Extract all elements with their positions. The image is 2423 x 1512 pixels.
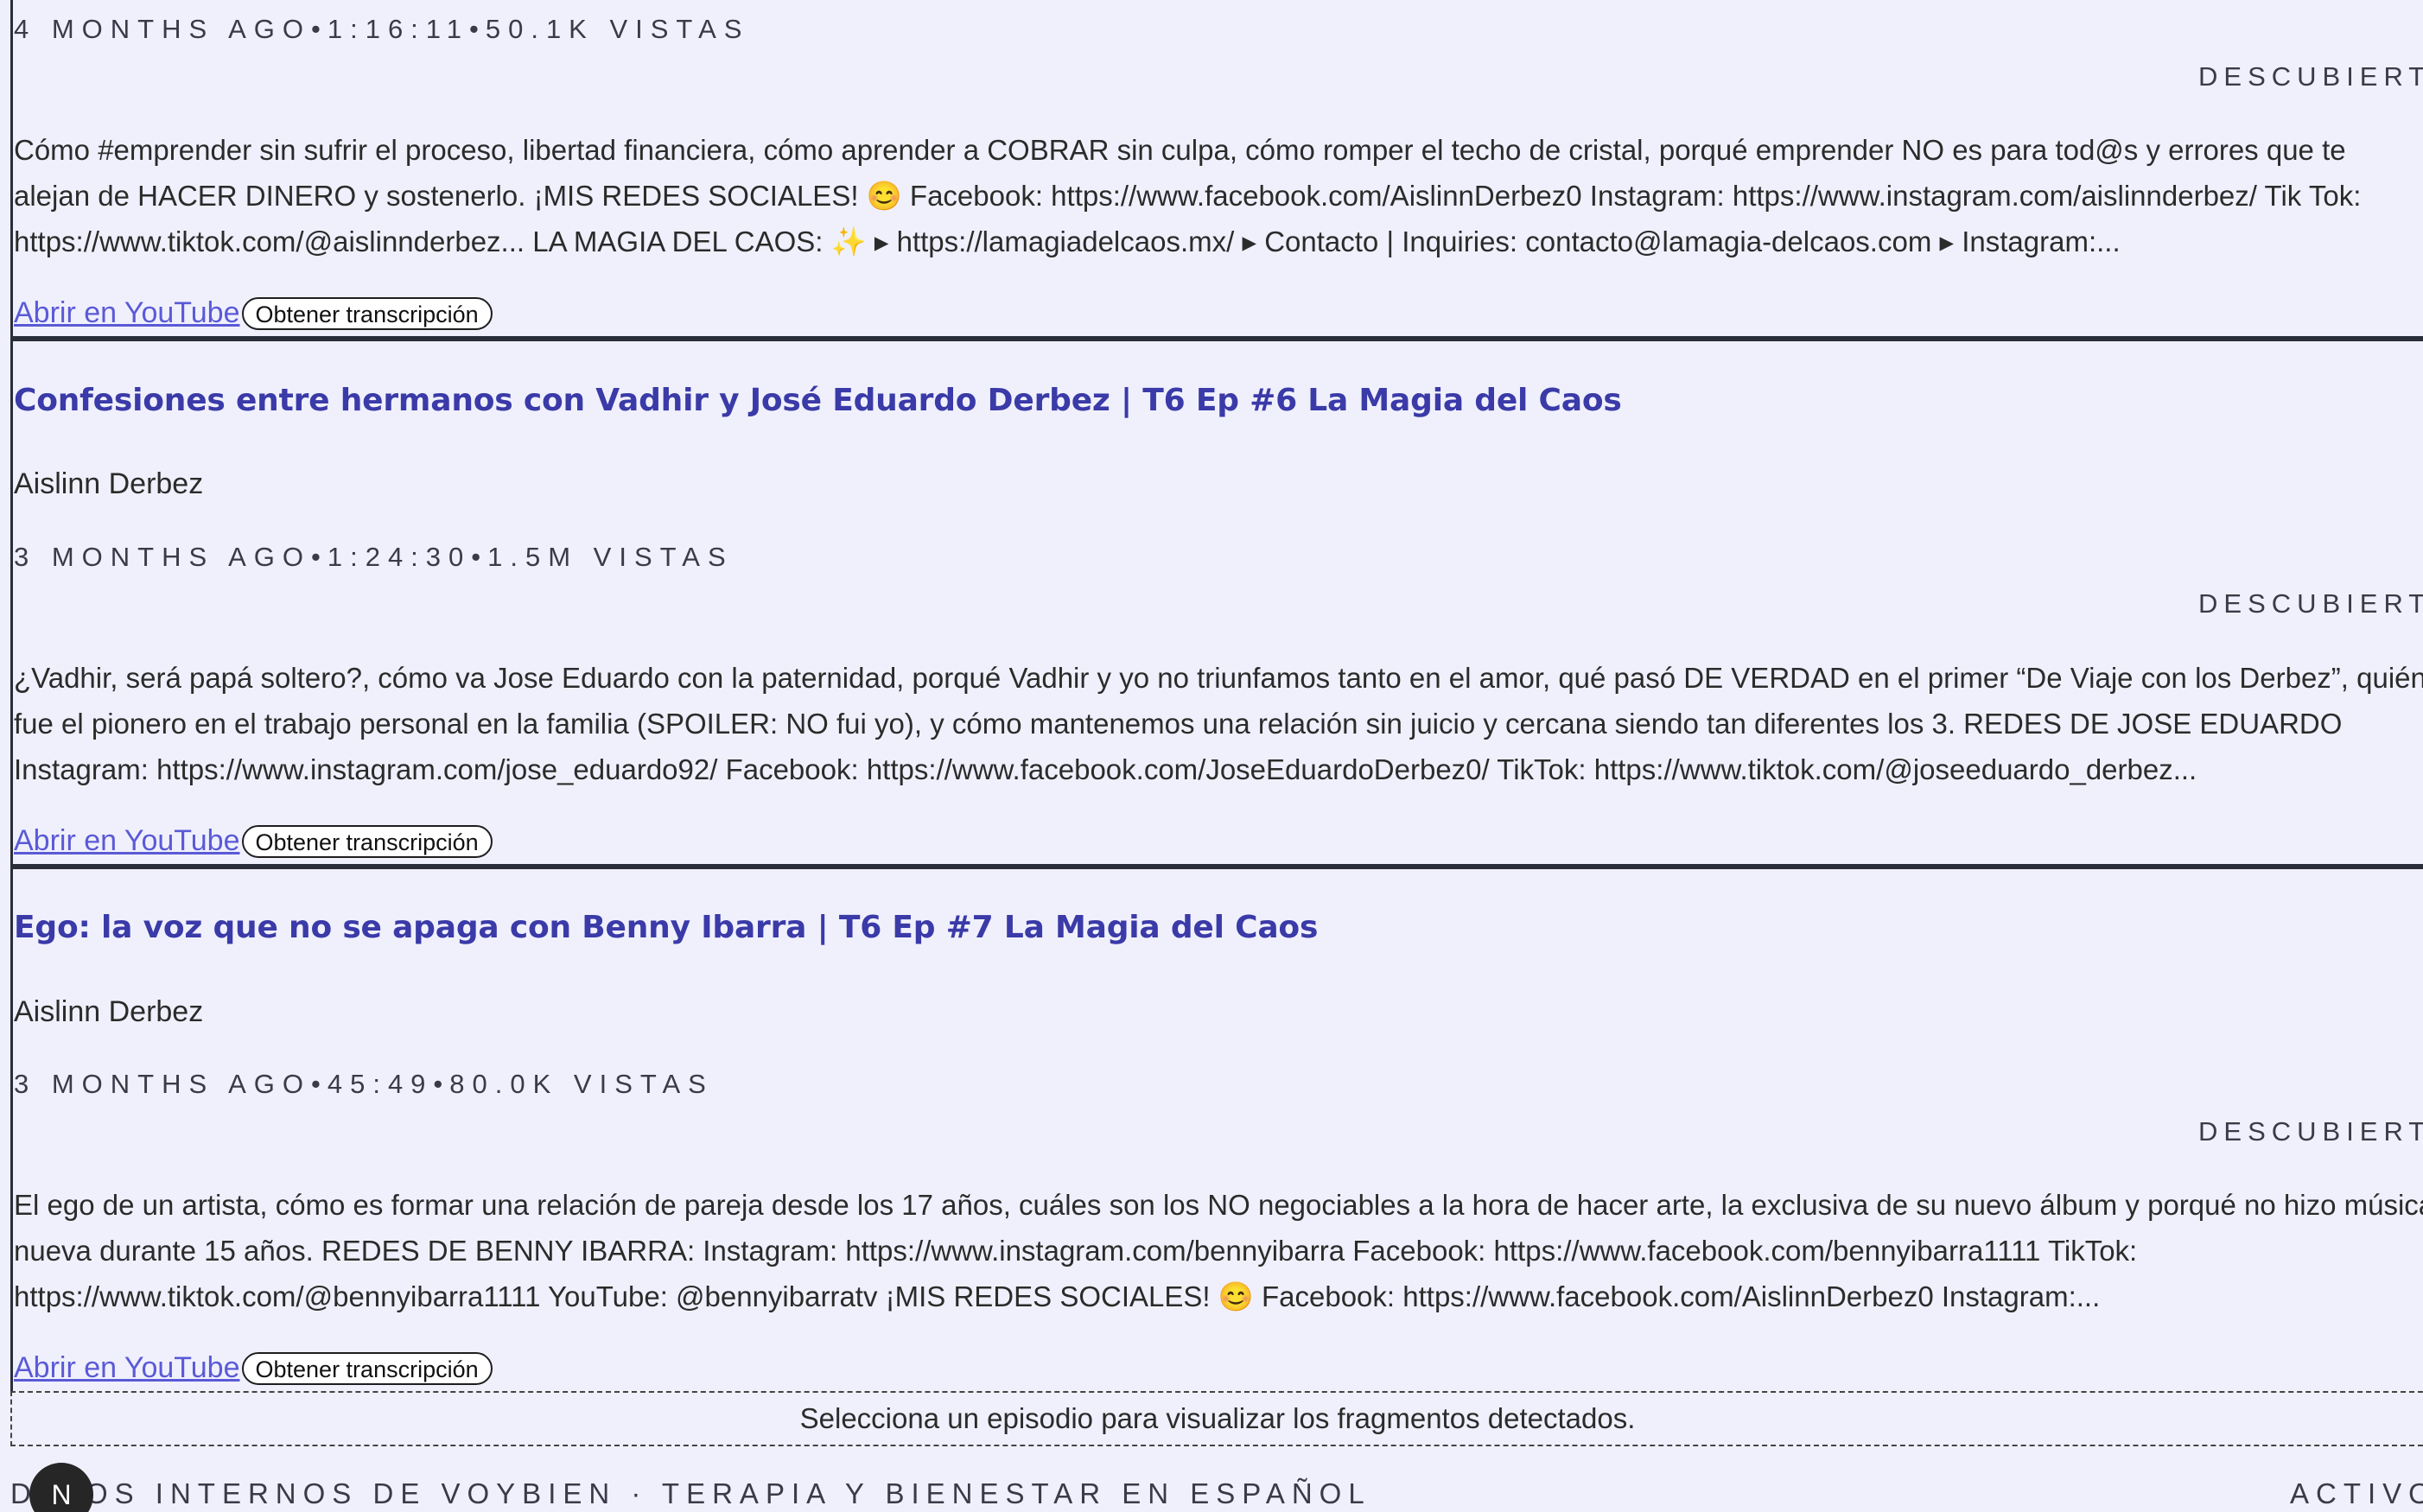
get-transcript-button[interactable]: Obtener transcripción bbox=[241, 824, 493, 858]
description-line: fue el pionero en el trabajo personal en… bbox=[14, 708, 2343, 740]
separator-dot: • bbox=[468, 14, 479, 44]
description-line: ¿Vadhir, será papá soltero?, cómo va Jos… bbox=[14, 662, 2423, 694]
episode-description: Cómo #emprender sin sufrir el proceso, l… bbox=[14, 127, 2423, 264]
separator-dot: • bbox=[310, 1069, 321, 1099]
separator-dot: • bbox=[433, 1069, 443, 1099]
separator-dot: • bbox=[471, 542, 481, 572]
description-line: https://www.tiktok.com/@aislinnderbez...… bbox=[14, 226, 2121, 257]
episode-meta: 4 MONTHS AGO• 1:16:11• 50.1K VISTAS bbox=[14, 14, 749, 45]
episode-age: 3 MONTHS AGO bbox=[14, 542, 311, 572]
episode-status: DESCUBIERTO bbox=[2198, 1116, 2423, 1147]
episode-description: El ego de un artista, cómo es formar una… bbox=[14, 1182, 2423, 1319]
episode-divider bbox=[10, 864, 2423, 869]
episode-duration: 1:16:11 bbox=[327, 14, 469, 44]
episode-views: 80.0K VISTAS bbox=[449, 1069, 714, 1099]
footer-status: ACTIVO bbox=[2290, 1477, 2423, 1509]
get-transcript-button[interactable]: Obtener transcripción bbox=[241, 296, 493, 330]
episode-divider bbox=[10, 336, 2423, 341]
episode-status: DESCUBIERTO bbox=[2198, 588, 2423, 619]
episode-age: 4 MONTHS AGO bbox=[14, 14, 311, 44]
episode-duration: 45:49 bbox=[327, 1069, 434, 1099]
episode-views: 50.1K VISTAS bbox=[485, 14, 750, 44]
fragments-placeholder: Selecciona un episodio para visualizar l… bbox=[799, 1402, 1636, 1434]
episode-title[interactable]: Ego: la voz que no se apaga con Benny Ib… bbox=[14, 910, 1318, 945]
episode-actions: Abrir en YouTube Obtener transcripción bbox=[14, 824, 493, 858]
episode-channel: Aislinn Derbez bbox=[14, 467, 204, 500]
episode-title[interactable]: Confesiones entre hermanos con Vadhir y … bbox=[14, 383, 1622, 418]
episode-actions: Abrir en YouTube Obtener transcripción bbox=[14, 296, 493, 330]
separator-dot: • bbox=[310, 14, 321, 44]
episode-status: DESCUBIERTO bbox=[2198, 61, 2423, 92]
description-line: alejan de HACER DINERO y sostenerlo. ¡MI… bbox=[14, 180, 2362, 212]
episode-age: 3 MONTHS AGO bbox=[14, 1069, 311, 1099]
episode-meta: 3 MONTHS AGO• 45:49• 80.0K VISTAS bbox=[14, 1069, 714, 1100]
open-youtube-link[interactable]: Abrir en YouTube bbox=[14, 1351, 240, 1385]
fragments-panel: Selecciona un episodio para visualizar l… bbox=[10, 1391, 2423, 1446]
separator-dot: • bbox=[310, 542, 321, 572]
get-transcript-button[interactable]: Obtener transcripción bbox=[241, 1351, 493, 1385]
avatar[interactable]: N bbox=[29, 1463, 93, 1512]
episode-description: ¿Vadhir, será papá soltero?, cómo va Jos… bbox=[14, 655, 2423, 792]
open-youtube-link[interactable]: Abrir en YouTube bbox=[14, 824, 240, 858]
description-line: Cómo #emprender sin sufrir el proceso, l… bbox=[14, 134, 2346, 166]
description-line: Instagram: https://www.instagram.com/jos… bbox=[14, 753, 2197, 785]
description-line: https://www.tiktok.com/@bennyibarra1111 … bbox=[14, 1280, 2101, 1312]
footer-label: DATOS INTERNOS DE VOYBIEN · TERAPIA Y BI… bbox=[10, 1477, 1371, 1509]
episode-meta: 3 MONTHS AGO• 1:24:30• 1.5M VISTAS bbox=[14, 542, 734, 573]
episode-actions: Abrir en YouTube Obtener transcripción bbox=[14, 1351, 493, 1385]
left-border bbox=[10, 0, 13, 1393]
open-youtube-link[interactable]: Abrir en YouTube bbox=[14, 296, 240, 330]
episode-channel: Aislinn Derbez bbox=[14, 995, 204, 1028]
episode-views: 1.5M VISTAS bbox=[487, 542, 734, 572]
page: 4 MONTHS AGO• 1:16:11• 50.1K VISTAS DESCUB… bbox=[0, 0, 2423, 1512]
description-line: nueva durante 15 años. REDES DE BENNY IB… bbox=[14, 1235, 2138, 1267]
episode-duration: 1:24:30 bbox=[327, 542, 472, 572]
description-line: El ego de un artista, cómo es formar una… bbox=[14, 1189, 2423, 1221]
